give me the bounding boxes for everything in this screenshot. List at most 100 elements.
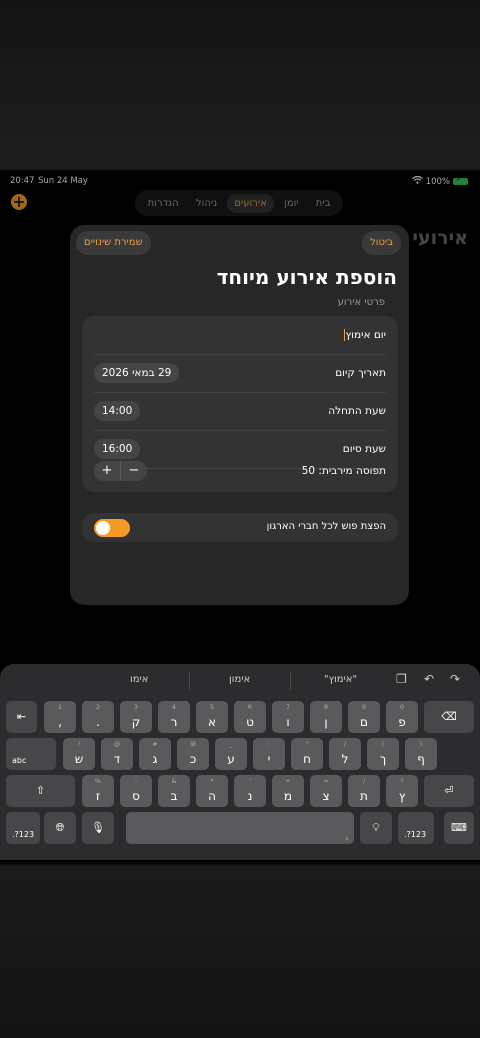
numbers-key[interactable]: .?123: [398, 812, 434, 844]
key-main: ס: [132, 789, 140, 803]
shift-key[interactable]: ⇧: [6, 775, 75, 807]
key-alt: @: [113, 740, 121, 748]
key[interactable]: 9ם: [348, 701, 380, 733]
key-main: ף: [417, 752, 425, 766]
stepper-minus-button[interactable]: −: [121, 461, 147, 481]
date-label: תאריך קיום: [335, 367, 386, 379]
key-main: נ: [247, 789, 253, 803]
suggestion-divider: [290, 672, 291, 690]
key-main: מ: [283, 789, 293, 803]
key[interactable]: & ב: [158, 775, 190, 807]
key[interactable]: ) ף: [405, 738, 437, 770]
numbers-label: .?123: [12, 830, 35, 839]
key[interactable]: * ה: [196, 775, 228, 807]
key-alt: /: [362, 777, 366, 785]
key[interactable]: 1,: [44, 701, 76, 733]
key-main: ך: [379, 752, 387, 766]
key-main: .: [96, 715, 100, 729]
key-alt: 4: [171, 703, 177, 711]
key[interactable]: @ ד: [101, 738, 133, 770]
capacity-stepper: + −: [94, 461, 147, 481]
key[interactable]: 4ר: [158, 701, 190, 733]
event-name-field[interactable]: יום אימוץ: [94, 316, 386, 355]
paste-icon[interactable]: ❐: [396, 672, 407, 686]
key-main: ש: [74, 752, 84, 766]
hide-keyboard-key[interactable]: ⌨︎: [444, 812, 474, 844]
key-main: ת: [360, 789, 368, 803]
key-alt: -: [134, 777, 138, 785]
add-event-sheet: ביטול שמירת שינויים הוספת אירוע מיוחד פר…: [70, 225, 409, 605]
key-main: ל: [341, 752, 349, 766]
suggestion-3[interactable]: אימו: [130, 674, 148, 685]
key-alt: !: [77, 740, 81, 748]
key[interactable]: :י: [253, 738, 285, 770]
event-name-value: יום אימוץ: [345, 329, 386, 341]
key-alt: ": [305, 740, 309, 748]
key-alt: #: [152, 740, 158, 748]
key[interactable]: + מ: [272, 775, 304, 807]
key[interactable]: -ס: [120, 775, 152, 807]
save-button[interactable]: שמירת שינויים: [76, 231, 151, 255]
key[interactable]: ' נ: [234, 775, 266, 807]
key[interactable]: 7ו: [272, 701, 304, 733]
capacity-row: תפוסה מירבית: 50 + −: [94, 452, 386, 490]
date-picker[interactable]: 29 במאי 2026: [94, 363, 180, 383]
key-main: ן: [324, 715, 328, 729]
suggestion-divider: [189, 672, 190, 690]
delete-icon: ⌫: [441, 710, 457, 723]
return-icon: ⏎: [444, 784, 454, 797]
key-alt: 8: [323, 703, 329, 711]
microphone-icon: 🎙︎: [91, 821, 105, 834]
start-time-label: שעת התחלה: [328, 405, 386, 417]
key[interactable]: % ז: [82, 775, 114, 807]
key-main: ח: [303, 752, 311, 766]
key-alt: ?: [400, 777, 404, 785]
tab-key[interactable]: ⇤: [6, 701, 37, 733]
return-key[interactable]: ⏎: [424, 775, 474, 807]
suggestion-2[interactable]: אימון: [229, 674, 250, 685]
delete-key[interactable]: ⌫: [424, 701, 474, 733]
key[interactable]: _ ע: [215, 738, 247, 770]
key[interactable]: 3ק: [120, 701, 152, 733]
suggestion-1[interactable]: "אימוץ": [324, 674, 357, 685]
key[interactable]: ? ץ: [386, 775, 418, 807]
abc-key[interactable]: abc: [6, 738, 56, 770]
redo-icon[interactable]: ↷: [450, 672, 460, 686]
key-main: ד: [113, 752, 121, 766]
key[interactable]: 8ן: [310, 701, 342, 733]
start-time-picker[interactable]: 14:00: [94, 401, 141, 421]
key[interactable]: 5א: [196, 701, 228, 733]
key[interactable]: 2.: [82, 701, 114, 733]
key[interactable]: = צ: [310, 775, 342, 807]
keyboard-icon: ⌨︎: [451, 821, 467, 834]
key[interactable]: " ח: [291, 738, 323, 770]
key-main: ז: [95, 789, 101, 803]
key-main: י: [267, 752, 271, 766]
dictation-key[interactable]: 🎙︎: [82, 812, 114, 844]
key-alt: 6: [247, 703, 253, 711]
key[interactable]: ! ש: [63, 738, 95, 770]
space-key[interactable]: ג: [126, 812, 354, 844]
undo-icon[interactable]: ↶: [424, 672, 434, 686]
cancel-button[interactable]: ביטול: [362, 231, 401, 255]
key-main: ג: [152, 752, 158, 766]
key[interactable]: 6ט: [234, 701, 266, 733]
numbers-key[interactable]: .?123: [6, 812, 40, 844]
key-alt: _: [229, 740, 233, 748]
key-main: צ: [322, 789, 330, 803]
push-toggle-switch[interactable]: [94, 519, 130, 537]
key-main: ב: [170, 789, 178, 803]
key-alt: ': [249, 777, 251, 785]
globe-key[interactable]: 🌐︎: [44, 812, 76, 844]
key-alt: 9: [361, 703, 367, 711]
key-alt: ): [419, 740, 423, 748]
key[interactable]: / ת: [348, 775, 380, 807]
key[interactable]: ₪ כ: [177, 738, 209, 770]
key[interactable]: # ג: [139, 738, 171, 770]
key[interactable]: 0פ: [386, 701, 418, 733]
key[interactable]: (ך: [367, 738, 399, 770]
date-row: תאריך קיום 29 במאי 2026: [94, 354, 386, 393]
stepper-plus-button[interactable]: +: [94, 461, 120, 481]
key[interactable]: / ל: [329, 738, 361, 770]
lightbulb-key[interactable]: 💡︎: [360, 812, 392, 844]
